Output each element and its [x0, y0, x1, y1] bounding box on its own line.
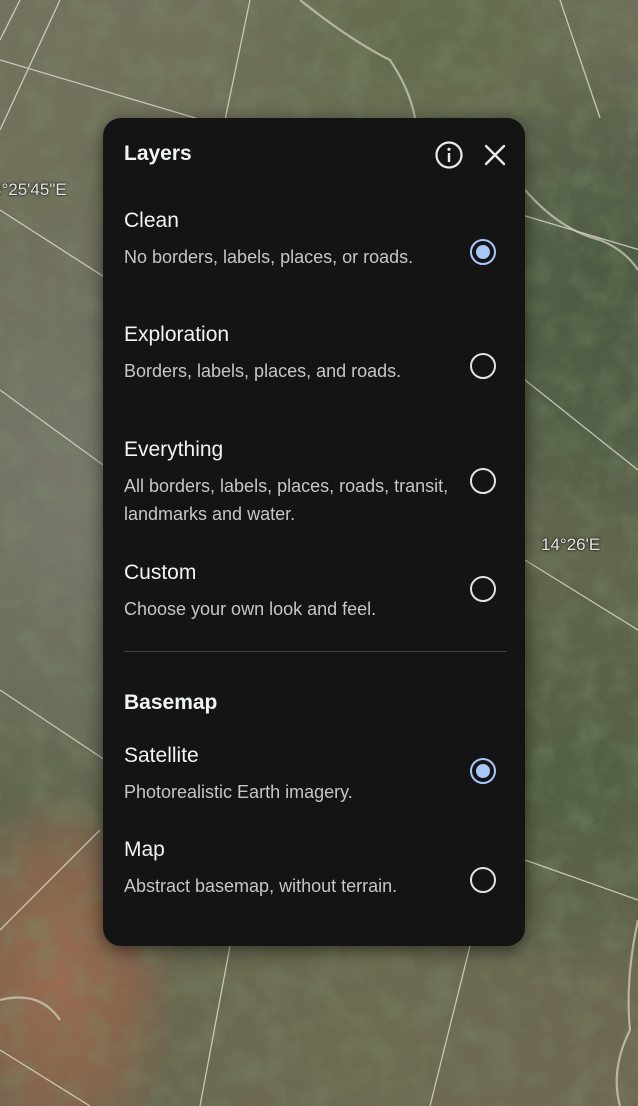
layers-panel: Layers Clean No borders, labels, places,…: [103, 118, 525, 946]
radio-button[interactable]: [470, 239, 496, 265]
coordinate-label: 4°25'45"E: [0, 180, 67, 199]
option-title: Satellite: [124, 744, 199, 767]
close-icon: [484, 144, 506, 166]
layer-option-exploration[interactable]: Exploration Borders, labels, places, and…: [103, 323, 525, 413]
option-title: Exploration: [124, 323, 230, 346]
basemap-option-satellite[interactable]: Satellite Photorealistic Earth imagery.: [103, 744, 525, 806]
option-description: Choose your own look and feel.: [124, 599, 377, 619]
layer-option-custom[interactable]: Custom Choose your own look and feel.: [103, 561, 525, 627]
basemap-option-map[interactable]: Map Abstract basemap, without terrain.: [103, 838, 525, 928]
layer-option-clean[interactable]: Clean No borders, labels, places, or roa…: [103, 209, 525, 299]
radio-button[interactable]: [470, 468, 496, 494]
radio-button[interactable]: [470, 353, 496, 379]
option-description: Abstract basemap, without terrain.: [124, 876, 398, 896]
option-title: Custom: [124, 561, 197, 584]
option-description: Borders, labels, places, and roads.: [124, 361, 402, 381]
option-title: Map: [124, 838, 165, 861]
radio-button[interactable]: [470, 867, 496, 893]
radio-button[interactable]: [470, 576, 496, 602]
info-icon: [435, 141, 463, 169]
option-description: Photorealistic Earth imagery.: [124, 782, 353, 802]
basemap-heading: Basemap: [124, 691, 218, 714]
panel-title: Layers: [124, 142, 192, 165]
close-button[interactable]: [478, 138, 512, 172]
coordinate-label: 14°26'E: [541, 535, 601, 554]
panel-header: Layers: [103, 118, 525, 190]
layer-option-everything[interactable]: Everything All borders, labels, places, …: [103, 438, 525, 528]
option-title: Clean: [124, 209, 179, 232]
divider: [124, 651, 507, 652]
option-description: No borders, labels, places, or roads.: [124, 247, 414, 267]
option-description: All borders, labels, places, roads, tran…: [124, 476, 449, 524]
radio-button[interactable]: [470, 758, 496, 784]
option-title: Everything: [124, 438, 224, 461]
info-button[interactable]: [432, 138, 466, 172]
